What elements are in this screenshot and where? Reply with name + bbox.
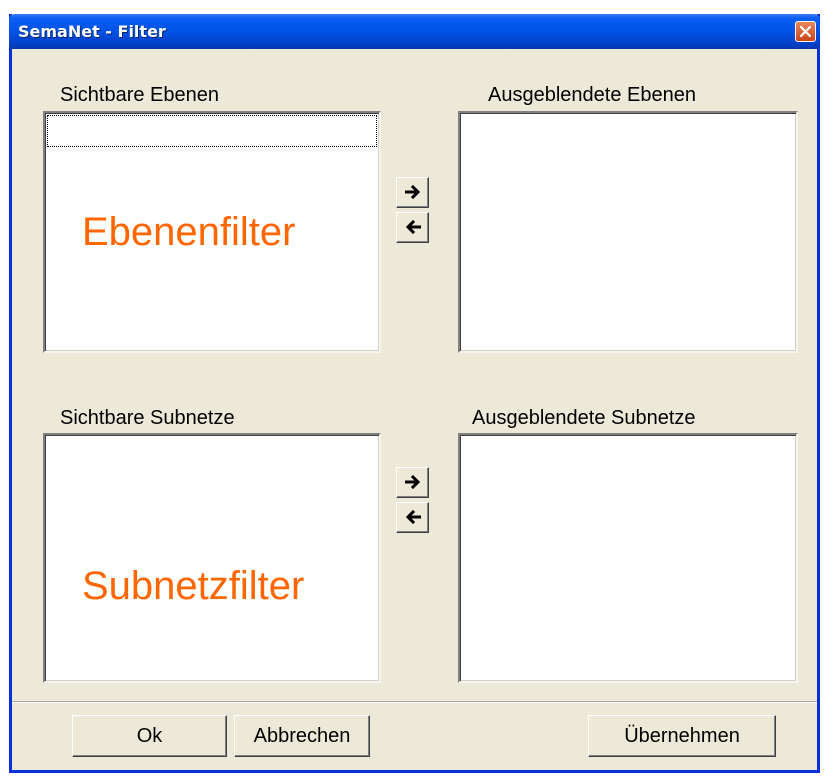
move-subnet-left-button[interactable] (396, 502, 429, 533)
visible-subnets-list[interactable]: Subnetzfilter (43, 433, 381, 683)
hidden-layers-label: Ausgeblendete Ebenen (488, 84, 696, 106)
visible-layers-list[interactable]: Ebenenfilter (43, 111, 381, 353)
title-bar[interactable]: SemaNet - Filter (9, 14, 820, 49)
ok-button[interactable]: Ok (72, 715, 227, 757)
subnet-filter-overlay: Subnetzfilter (82, 564, 305, 608)
arrow-left-icon (405, 510, 421, 524)
arrow-right-icon (405, 475, 421, 489)
visible-subnets-label: Sichtbare Subnetze (60, 407, 235, 429)
arrow-left-icon (405, 220, 421, 234)
close-button[interactable] (795, 21, 816, 42)
arrow-right-icon (405, 185, 421, 199)
close-icon (800, 26, 811, 37)
filter-dialog: SemaNet - Filter Sichtbare Ebenen Ausgeb… (9, 14, 820, 773)
hidden-subnets-list[interactable] (458, 433, 798, 683)
layer-filter-overlay: Ebenenfilter (82, 210, 296, 254)
move-subnet-right-button[interactable] (396, 467, 429, 498)
dialog-body: Sichtbare Ebenen Ausgeblendete Ebenen Eb… (12, 49, 817, 770)
apply-button[interactable]: Übernehmen (588, 715, 776, 757)
move-layer-right-button[interactable] (396, 177, 429, 208)
visible-layers-label: Sichtbare Ebenen (60, 84, 220, 106)
list-item-focused[interactable] (47, 115, 377, 147)
cancel-button[interactable]: Abbrechen (234, 715, 370, 757)
window-title: SemaNet - Filter (18, 22, 166, 41)
hidden-subnets-label: Ausgeblendete Subnetze (472, 407, 696, 429)
move-layer-left-button[interactable] (396, 212, 429, 243)
footer-divider (12, 701, 817, 703)
hidden-layers-list[interactable] (458, 111, 798, 353)
